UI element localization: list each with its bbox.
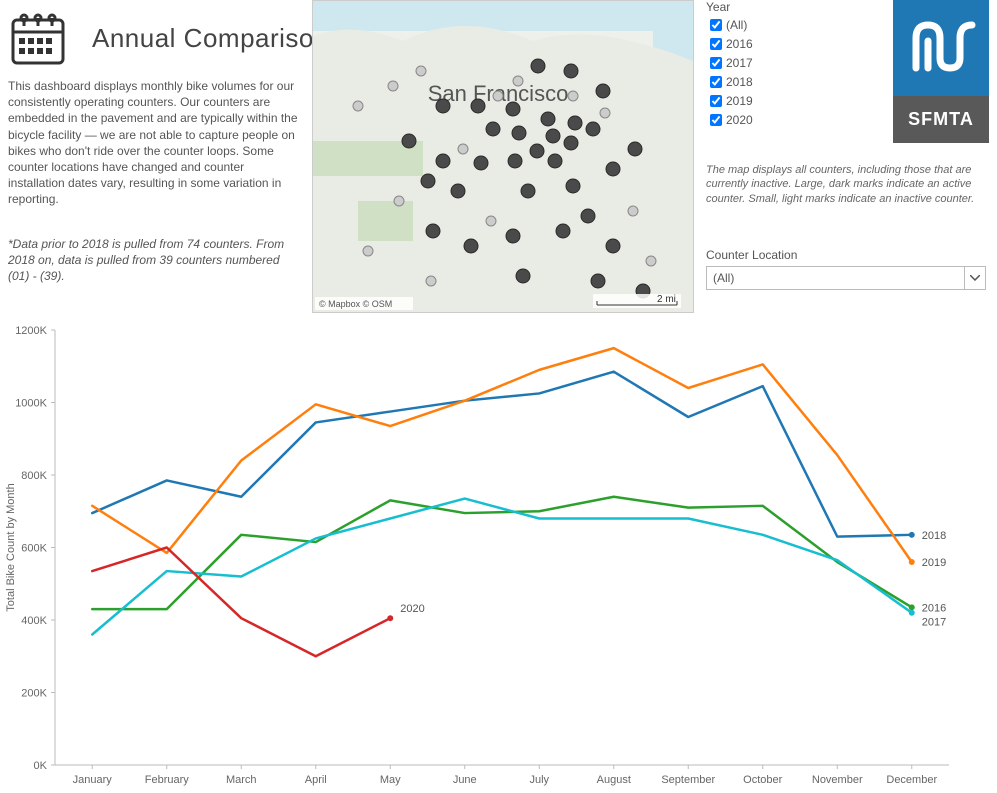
muni-icon [906, 13, 976, 83]
map-scale: 2 mi [593, 294, 681, 308]
year-option-2020[interactable]: 2020 [706, 111, 786, 129]
description-text: This dashboard displays monthly bike vol… [8, 78, 300, 208]
year-option-all[interactable]: (All) [706, 16, 786, 34]
svg-text:May: May [380, 774, 401, 786]
year-checkbox[interactable] [710, 19, 722, 31]
svg-text:2018: 2018 [922, 530, 946, 542]
svg-text:December: December [886, 774, 937, 786]
svg-text:March: March [226, 774, 257, 786]
logo-text: SFMTA [908, 109, 974, 130]
map-note: The map displays all counters, including… [706, 163, 986, 206]
svg-text:© Mapbox © OSM: © Mapbox © OSM [319, 299, 392, 309]
year-option-2019[interactable]: 2019 [706, 92, 786, 110]
year-filter-label: Year [706, 0, 786, 14]
svg-text:Total Bike Count by Month: Total Bike Count by Month [5, 483, 17, 611]
year-filter: Year (All) 2016 2017 2018 2019 2020 [706, 0, 786, 130]
year-checkbox[interactable] [710, 114, 722, 126]
svg-text:June: June [453, 774, 477, 786]
year-option-2017[interactable]: 2017 [706, 54, 786, 72]
counter-location-label: Counter Location [706, 248, 986, 262]
svg-text:2016: 2016 [922, 602, 946, 614]
svg-text:0K: 0K [34, 760, 48, 772]
counter-location-select[interactable]: (All) [706, 266, 986, 290]
svg-text:600K: 600K [21, 543, 47, 555]
year-checkbox[interactable] [710, 95, 722, 107]
chevron-down-icon [964, 267, 985, 289]
svg-text:January: January [73, 774, 113, 786]
calendar-icon [8, 8, 68, 68]
year-option-2018[interactable]: 2018 [706, 73, 786, 91]
line-chart[interactable]: 0K 200K 400K 600K 800K 1000K 1200K Total Bike C… [0, 318, 997, 793]
year-checkbox[interactable] [710, 38, 722, 50]
svg-text:800K: 800K [21, 470, 47, 482]
year-option-2016[interactable]: 2016 [706, 35, 786, 53]
svg-text:2019: 2019 [922, 557, 946, 569]
svg-text:200K: 200K [21, 688, 47, 700]
svg-text:April: April [305, 774, 327, 786]
counter-location-value: (All) [713, 271, 734, 285]
svg-text:September: September [661, 774, 715, 786]
svg-text:1200K: 1200K [15, 325, 47, 337]
svg-text:2020: 2020 [400, 603, 424, 615]
svg-text:1000K: 1000K [15, 398, 47, 410]
counter-map[interactable]: San Francisco [312, 0, 694, 313]
year-checkbox[interactable] [710, 76, 722, 88]
svg-text:October: October [743, 774, 782, 786]
svg-text:November: November [812, 774, 863, 786]
svg-text:2 mi: 2 mi [657, 294, 676, 305]
map-attribution: © Mapbox © OSM [315, 297, 413, 310]
description-note: *Data prior to 2018 is pulled from 74 co… [8, 236, 300, 285]
svg-text:August: August [597, 774, 631, 786]
year-checkbox[interactable] [710, 57, 722, 69]
svg-text:July: July [529, 774, 549, 786]
svg-text:400K: 400K [21, 615, 47, 627]
page-title: Annual Comparison [92, 23, 329, 54]
sfmta-logo: SFMTA [893, 0, 989, 143]
svg-text:2017: 2017 [922, 616, 946, 628]
svg-text:February: February [145, 774, 190, 786]
